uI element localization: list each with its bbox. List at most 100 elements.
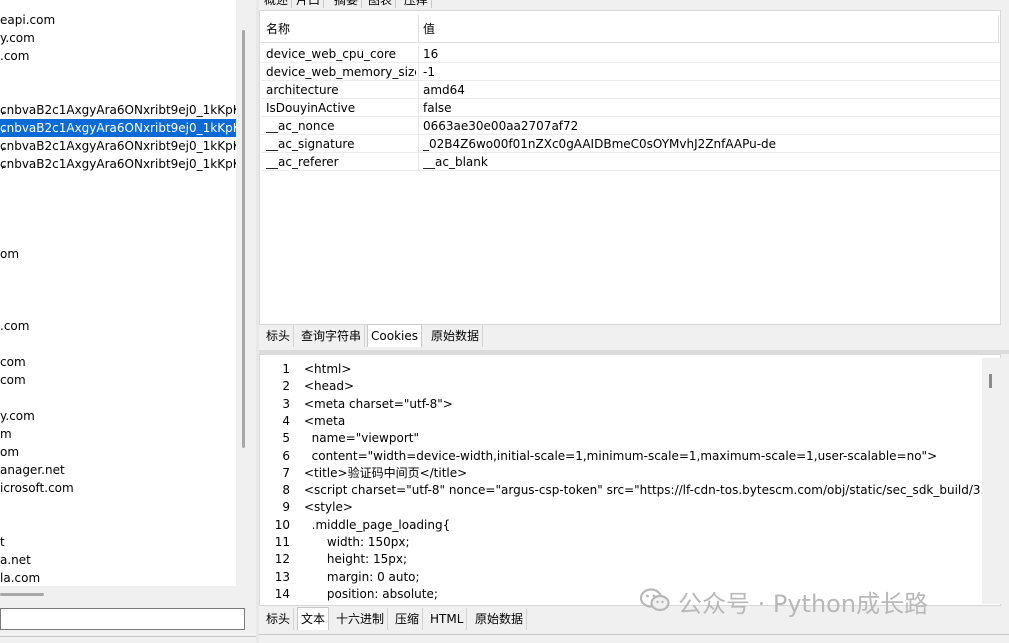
host-list-item[interactable]: y.com [0, 29, 236, 47]
host-list-vertical-scrollbar[interactable] [236, 0, 256, 586]
host-list-scroll-thumb[interactable] [242, 30, 245, 448]
tab-2[interactable]: 十六进制 [333, 608, 389, 630]
host-list-item[interactable]: a.net [0, 551, 236, 569]
host-list[interactable]: eapi.com y.com .com ɕnbvaB2c1AxgyAra6ONxrib… [0, 0, 236, 586]
code-text: content="width=device-width,initial-scal… [304, 448, 938, 463]
host-list-item[interactable]: icrosoft.com [0, 479, 236, 497]
code-text: <meta charset="utf-8"> [304, 396, 453, 411]
host-list-item[interactable]: ɕnbvaB2c1AxgyAra6ONxribt9ej0_1kKpK_ [0, 119, 236, 137]
cookie-value: 0663ae30e00aa2707af72 [423, 119, 579, 133]
line-number: 2 [282, 379, 290, 394]
line-number: 13 [274, 569, 290, 584]
column-separator [418, 45, 419, 63]
host-list-item[interactable]: om [0, 245, 236, 263]
tab-5[interactable]: 原始数据 [472, 608, 528, 630]
host-list-item[interactable] [0, 389, 236, 407]
divider [259, 634, 1009, 635]
response-text-view[interactable]: 1 <html> 2 <head> 3 <meta charset="utf-8"> 4 <m… [259, 354, 1001, 606]
line-number: 4 [282, 413, 290, 428]
code-text: <title>验证码中间页</title> [304, 465, 468, 480]
host-list-item[interactable] [0, 227, 236, 245]
host-list-item[interactable] [0, 191, 236, 209]
cookie-name: __ac_referer [266, 155, 339, 169]
code-line: 7 <title>验证码中间页</title> [260, 465, 982, 482]
host-list-item[interactable] [0, 497, 236, 515]
host-list-item[interactable]: anager.net [0, 461, 236, 479]
host-list-item[interactable] [0, 299, 236, 317]
host-list-item[interactable] [0, 515, 236, 533]
host-list-horizontal-scrollbar[interactable] [0, 586, 256, 606]
column-separator [418, 135, 419, 153]
code-text: position: absolute; [304, 586, 438, 601]
line-number: 14 [274, 586, 290, 601]
cookie-row[interactable]: __ac_signature _02B4Z6wo00f01nZXc0gAAIDBm… [261, 135, 1000, 153]
host-list-item[interactable]: la.com [0, 569, 236, 586]
tab-inspector[interactable]: 片口 [293, 0, 325, 8]
host-list-hscroll-thumb[interactable] [0, 593, 44, 596]
host-list-item[interactable]: y.com [0, 407, 236, 425]
cookie-row[interactable]: __ac_nonce 0663ae30e00aa2707af72 [261, 117, 1000, 135]
tab-inspector[interactable]: 图表 [365, 0, 397, 8]
cookie-name: device_web_cpu_core [266, 47, 397, 61]
tab-4[interactable]: HTML [427, 608, 468, 630]
column-header-value[interactable]: 值 [423, 15, 993, 43]
line-number: 3 [282, 396, 290, 411]
host-list-item[interactable]: ɕnbvaB2c1AxgyAra6ONxribt9ej0_1kKpK_ [0, 155, 236, 173]
code-line: 13 margin: 0 auto; [260, 569, 982, 586]
code-text: .middle_page_loading{ [304, 517, 451, 532]
tab-0[interactable]: 标头 [263, 325, 295, 347]
cookie-row[interactable]: architecture amd64 [261, 81, 1000, 99]
host-list-item[interactable] [0, 173, 236, 191]
host-list-item[interactable]: com [0, 371, 236, 389]
cookie-value: _02B4Z6wo00f01nZXc0gAAIDBmeC0sOYMvhJ2Znf… [423, 137, 777, 151]
cookies-table-header: 名称 值 [261, 15, 1000, 43]
host-list-item[interactable] [0, 83, 236, 101]
response-scroll-thumb[interactable] [989, 374, 992, 388]
host-list-item[interactable]: .com [0, 317, 236, 335]
column-header-name[interactable]: 名称 [266, 15, 416, 43]
watermark-text: 公众号 · Python成长路 [678, 590, 929, 618]
tab-3[interactable]: 压缩 [392, 608, 424, 630]
column-separator [418, 99, 419, 117]
tab-0[interactable]: 标头 [263, 608, 295, 630]
host-list-item[interactable]: t [0, 533, 236, 551]
cookie-row[interactable]: __ac_referer __ac_blank [261, 153, 1000, 171]
host-list-item[interactable] [0, 281, 236, 299]
cookie-name: IsDouyinActive [266, 101, 356, 115]
tab-inspector[interactable]: 压痒 [401, 0, 433, 8]
host-list-item[interactable] [0, 65, 236, 83]
code-line: 6 content="width=device-width,initial-sc… [260, 448, 982, 465]
host-list-item[interactable] [0, 263, 236, 281]
cookie-row[interactable]: device_web_cpu_core 16 [261, 45, 1000, 63]
cookie-name: device_web_memory_size [266, 65, 416, 79]
response-vertical-scrollbar[interactable] [982, 358, 1001, 604]
cookie-row[interactable]: IsDouyinActive false [261, 99, 1000, 117]
host-list-item[interactable]: .com [0, 47, 236, 65]
cookie-value: amd64 [423, 83, 465, 97]
tab-1[interactable]: 文本 [297, 607, 330, 630]
column-separator [418, 63, 419, 81]
column-separator [418, 117, 419, 135]
cookie-value: __ac_blank [423, 155, 488, 169]
host-list-item[interactable]: ɕnbvaB2c1AxgyAra6ONxribt9ej0_1kKpK_ [0, 137, 236, 155]
filter-input[interactable] [0, 608, 245, 630]
host-list-item[interactable]: eapi.com [0, 11, 236, 29]
inspector-tab-strip: 概述 片口 摘要 图表 压痒 [259, 0, 1009, 10]
tab-inspector[interactable]: 概述 [261, 0, 293, 8]
tab-inspector[interactable]: 摘要 [331, 0, 363, 8]
code-line: 4 <meta [260, 413, 982, 430]
host-list-item[interactable]: m [0, 425, 236, 443]
tab-1[interactable]: 查询字符串 [298, 325, 366, 347]
tab-2[interactable]: Cookies [367, 324, 422, 347]
tab-3[interactable]: 原始数据 [428, 325, 484, 347]
watermark: 公众号 · Python成长路 [639, 586, 929, 622]
line-number: 8 [282, 483, 290, 498]
host-list-item[interactable] [0, 335, 236, 353]
host-list-item[interactable] [0, 209, 236, 227]
code-text: height: 15px; [304, 552, 408, 567]
code-line: 5 name="viewport" [260, 430, 982, 447]
cookie-row[interactable]: device_web_memory_size -1 [261, 63, 1000, 81]
host-list-item[interactable]: com [0, 353, 236, 371]
host-list-item[interactable]: ɕnbvaB2c1AxgyAra6ONxribt9ej0_1kKpK_ [0, 101, 236, 119]
host-list-item[interactable]: om [0, 443, 236, 461]
